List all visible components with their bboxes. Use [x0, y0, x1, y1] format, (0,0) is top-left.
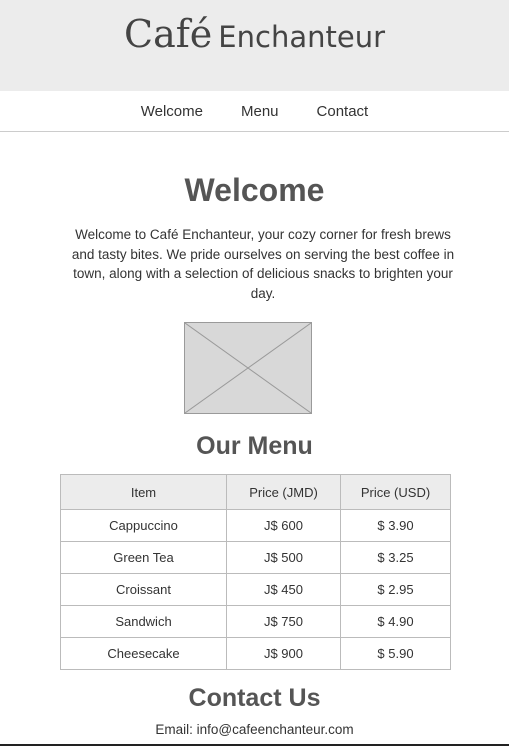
price-usd-cell: $ 3.25 — [340, 541, 451, 574]
table-row: Cheesecake J$ 900 $ 5.90 — [60, 637, 451, 670]
column-header-item: Item — [60, 474, 227, 510]
site-logo[interactable]: Café Enchanteur — [0, 12, 509, 56]
nav-contact-link[interactable]: Contact — [317, 103, 369, 120]
price-jmd-cell: J$ 450 — [226, 573, 341, 606]
item-cell: Green Tea — [60, 541, 227, 574]
column-header-price-jmd: Price (JMD) — [226, 474, 341, 510]
column-header-price-usd: Price (USD) — [340, 474, 451, 510]
image-placeholder-icon — [184, 322, 312, 414]
item-cell: Cappuccino — [60, 509, 227, 542]
email-label: Email: — [155, 722, 193, 737]
site-header: Café Enchanteur — [0, 0, 509, 91]
table-header-row: Item Price (JMD) Price (USD) — [60, 474, 451, 510]
price-jmd-cell: J$ 900 — [226, 637, 341, 670]
contact-heading: Contact Us — [188, 684, 321, 712]
price-usd-cell: $ 2.95 — [340, 573, 451, 606]
footer-divider — [0, 744, 509, 746]
price-usd-cell: $ 3.90 — [340, 509, 451, 542]
table-row: Croissant J$ 450 $ 2.95 — [60, 573, 451, 606]
menu-heading: Our Menu — [196, 432, 313, 460]
table-row: Cappuccino J$ 600 $ 3.90 — [60, 509, 451, 542]
nav-welcome-link[interactable]: Welcome — [141, 103, 203, 120]
price-jmd-cell: J$ 500 — [226, 541, 341, 574]
table-row: Green Tea J$ 500 $ 3.25 — [60, 541, 451, 574]
price-usd-cell: $ 5.90 — [340, 637, 451, 670]
email-link[interactable]: info@cafeenchanteur.com — [197, 722, 354, 737]
logo-script: Café — [124, 12, 213, 56]
placeholder-cross — [185, 323, 311, 413]
table-row: Sandwich J$ 750 $ 4.90 — [60, 605, 451, 638]
menu-table: Item Price (JMD) Price (USD) Cappuccino … — [60, 474, 451, 670]
welcome-heading: Welcome — [184, 172, 325, 208]
logo-word: Enchanteur — [218, 20, 385, 54]
price-usd-cell: $ 4.90 — [340, 605, 451, 638]
main-nav: Welcome Menu Contact — [0, 91, 509, 132]
contact-email-line: Email: info@cafeenchanteur.com — [0, 722, 509, 737]
nav-menu-link[interactable]: Menu — [241, 103, 279, 120]
item-cell: Cheesecake — [60, 637, 227, 670]
price-jmd-cell: J$ 600 — [226, 509, 341, 542]
item-cell: Sandwich — [60, 605, 227, 638]
welcome-text: Welcome to Café Enchanteur, your cozy co… — [71, 227, 455, 301]
item-cell: Croissant — [60, 573, 227, 606]
price-jmd-cell: J$ 750 — [226, 605, 341, 638]
